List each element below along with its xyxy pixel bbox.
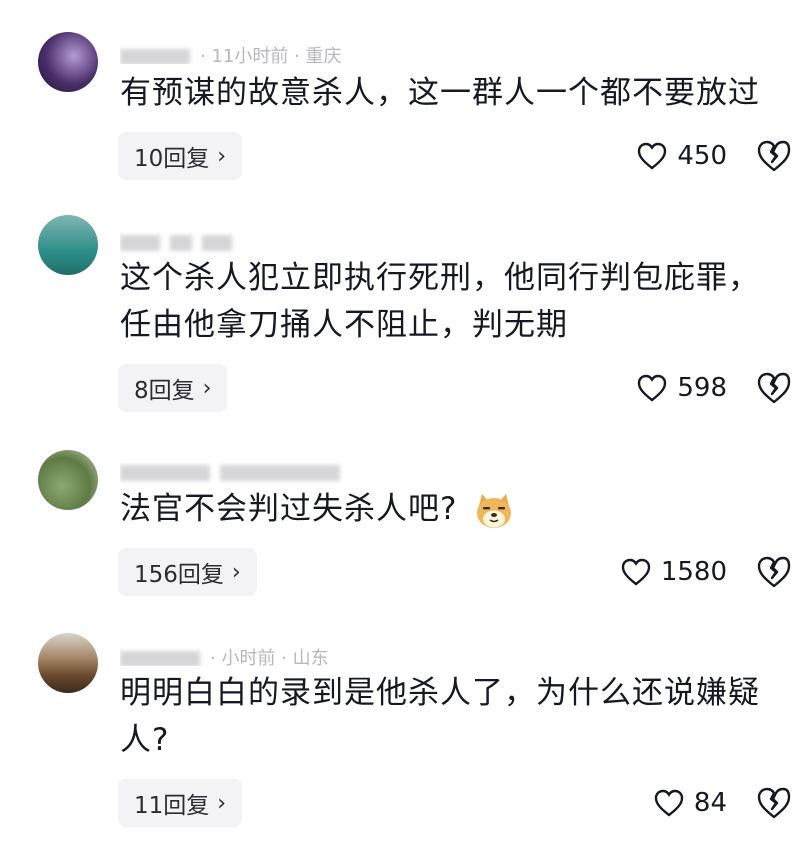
comment-meta <box>120 232 242 254</box>
comment-text: 这个杀人犯立即执行死刑，他同行判包庇罪，任由他拿刀捅人不阻止，判无期 <box>120 260 760 343</box>
like-count: 84 <box>693 788 727 818</box>
like-count: 1580 <box>660 557 727 587</box>
reply-label: 11回复 <box>134 793 210 819</box>
avatar[interactable] <box>38 32 98 92</box>
heart-outline-icon <box>638 142 667 170</box>
chevron-right-icon: › <box>202 375 212 401</box>
like-button[interactable]: 450 <box>637 136 727 176</box>
heart-outline-icon <box>638 374 667 402</box>
reply-button[interactable]: 10回复 › <box>118 132 243 180</box>
avatar[interactable] <box>38 450 98 510</box>
reply-label: 8回复 <box>134 378 195 404</box>
like-count: 450 <box>677 141 727 171</box>
comment-meta: · 11小时前 · 重庆 <box>120 42 342 64</box>
reply-button[interactable]: 8回复 › <box>118 364 228 412</box>
comment-text: 有预谋的故意杀人，这一群人一个都不要放过 <box>120 75 760 111</box>
comment-text: 明明白白的录到是他杀人了，为什么还说嫌疑人? <box>120 675 760 758</box>
comment-meta <box>120 462 350 484</box>
avatar[interactable] <box>38 215 98 275</box>
comment-text: 法官不会判过失杀人吧? <box>120 486 780 533</box>
doge-emoji-icon <box>477 493 512 528</box>
like-button[interactable]: 598 <box>637 368 727 408</box>
like-button[interactable]: 84 <box>654 783 727 823</box>
reply-label: 10回复 <box>134 146 210 172</box>
broken-heart-icon[interactable] <box>756 554 792 590</box>
chevron-right-icon: › <box>217 143 227 169</box>
reply-button[interactable]: 156回复 › <box>118 548 257 596</box>
heart-outline-icon <box>621 558 651 586</box>
like-button[interactable]: 1580 <box>621 552 727 592</box>
chevron-right-icon: › <box>217 790 227 816</box>
like-count: 598 <box>677 373 727 403</box>
heart-outline-icon <box>654 789 684 817</box>
comment-text-content: 法官不会判过失杀人吧? <box>120 491 458 527</box>
broken-heart-icon[interactable] <box>756 785 792 821</box>
chevron-right-icon: › <box>231 559 241 585</box>
avatar[interactable] <box>38 633 98 693</box>
broken-heart-icon[interactable] <box>756 370 792 406</box>
broken-heart-icon[interactable] <box>756 138 792 174</box>
reply-label: 156回复 <box>134 562 224 588</box>
comment-meta: · 小时前 · 山东 <box>120 644 329 666</box>
reply-button[interactable]: 11回复 › <box>118 779 243 827</box>
